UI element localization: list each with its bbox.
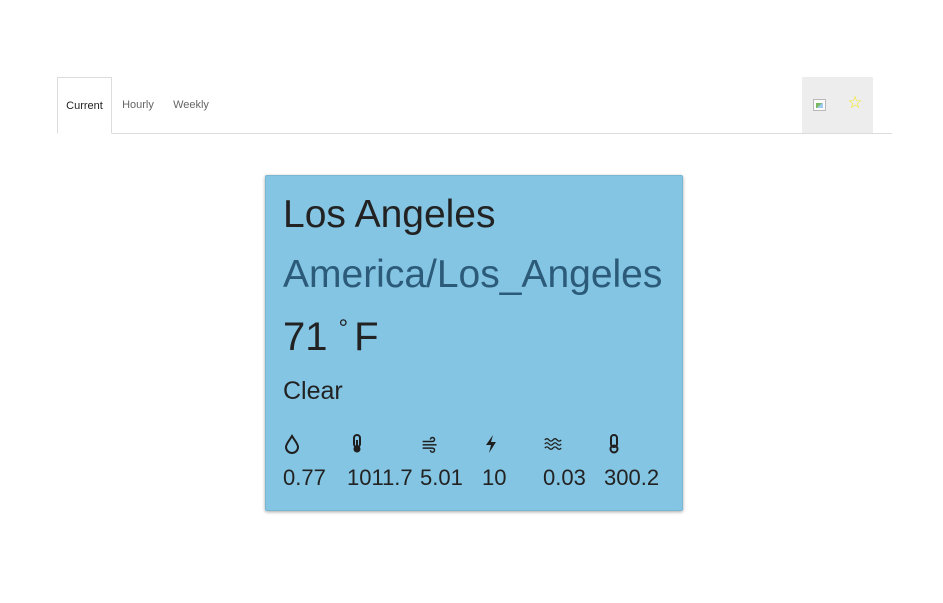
wind-icon bbox=[419, 434, 441, 454]
precipitation-value: 0.03 bbox=[543, 465, 586, 490]
broken-image-icon[interactable] bbox=[813, 99, 826, 111]
humidity-drop-icon bbox=[283, 434, 301, 454]
lightning-icon bbox=[482, 434, 500, 454]
wind-speed-value: 5.01 bbox=[420, 465, 463, 490]
tab-current[interactable]: Current bbox=[57, 77, 112, 134]
timezone-label: America/Los_Angeles bbox=[283, 253, 663, 296]
pressure-thermometer-icon bbox=[348, 434, 366, 454]
pressure-value: 1011.7 bbox=[347, 465, 413, 490]
temperature-unit: F bbox=[354, 315, 379, 359]
visibility-value: 10 bbox=[482, 465, 507, 490]
thermometer-icon bbox=[605, 434, 623, 454]
weather-condition: Clear bbox=[283, 377, 343, 405]
tab-hourly[interactable]: Hourly bbox=[117, 77, 159, 133]
temperature-kelvin-value: 300.2 bbox=[604, 465, 660, 490]
tab-weekly[interactable]: Weekly bbox=[169, 77, 213, 133]
star-icon[interactable]: ☆ bbox=[846, 91, 864, 115]
weather-card: Los Angeles America/Los_Angeles 71 ° F C… bbox=[265, 175, 683, 511]
tab-actions: ☆ bbox=[802, 77, 873, 133]
temperature: 71 ° F bbox=[283, 315, 379, 360]
temperature-value: 71 bbox=[283, 315, 328, 359]
city-name: Los Angeles bbox=[283, 193, 496, 236]
waves-icon bbox=[542, 434, 564, 454]
tab-bar: Current Hourly Weekly ☆ bbox=[57, 77, 892, 134]
humidity-value: 0.77 bbox=[283, 465, 326, 490]
degree-symbol: ° bbox=[338, 315, 349, 342]
